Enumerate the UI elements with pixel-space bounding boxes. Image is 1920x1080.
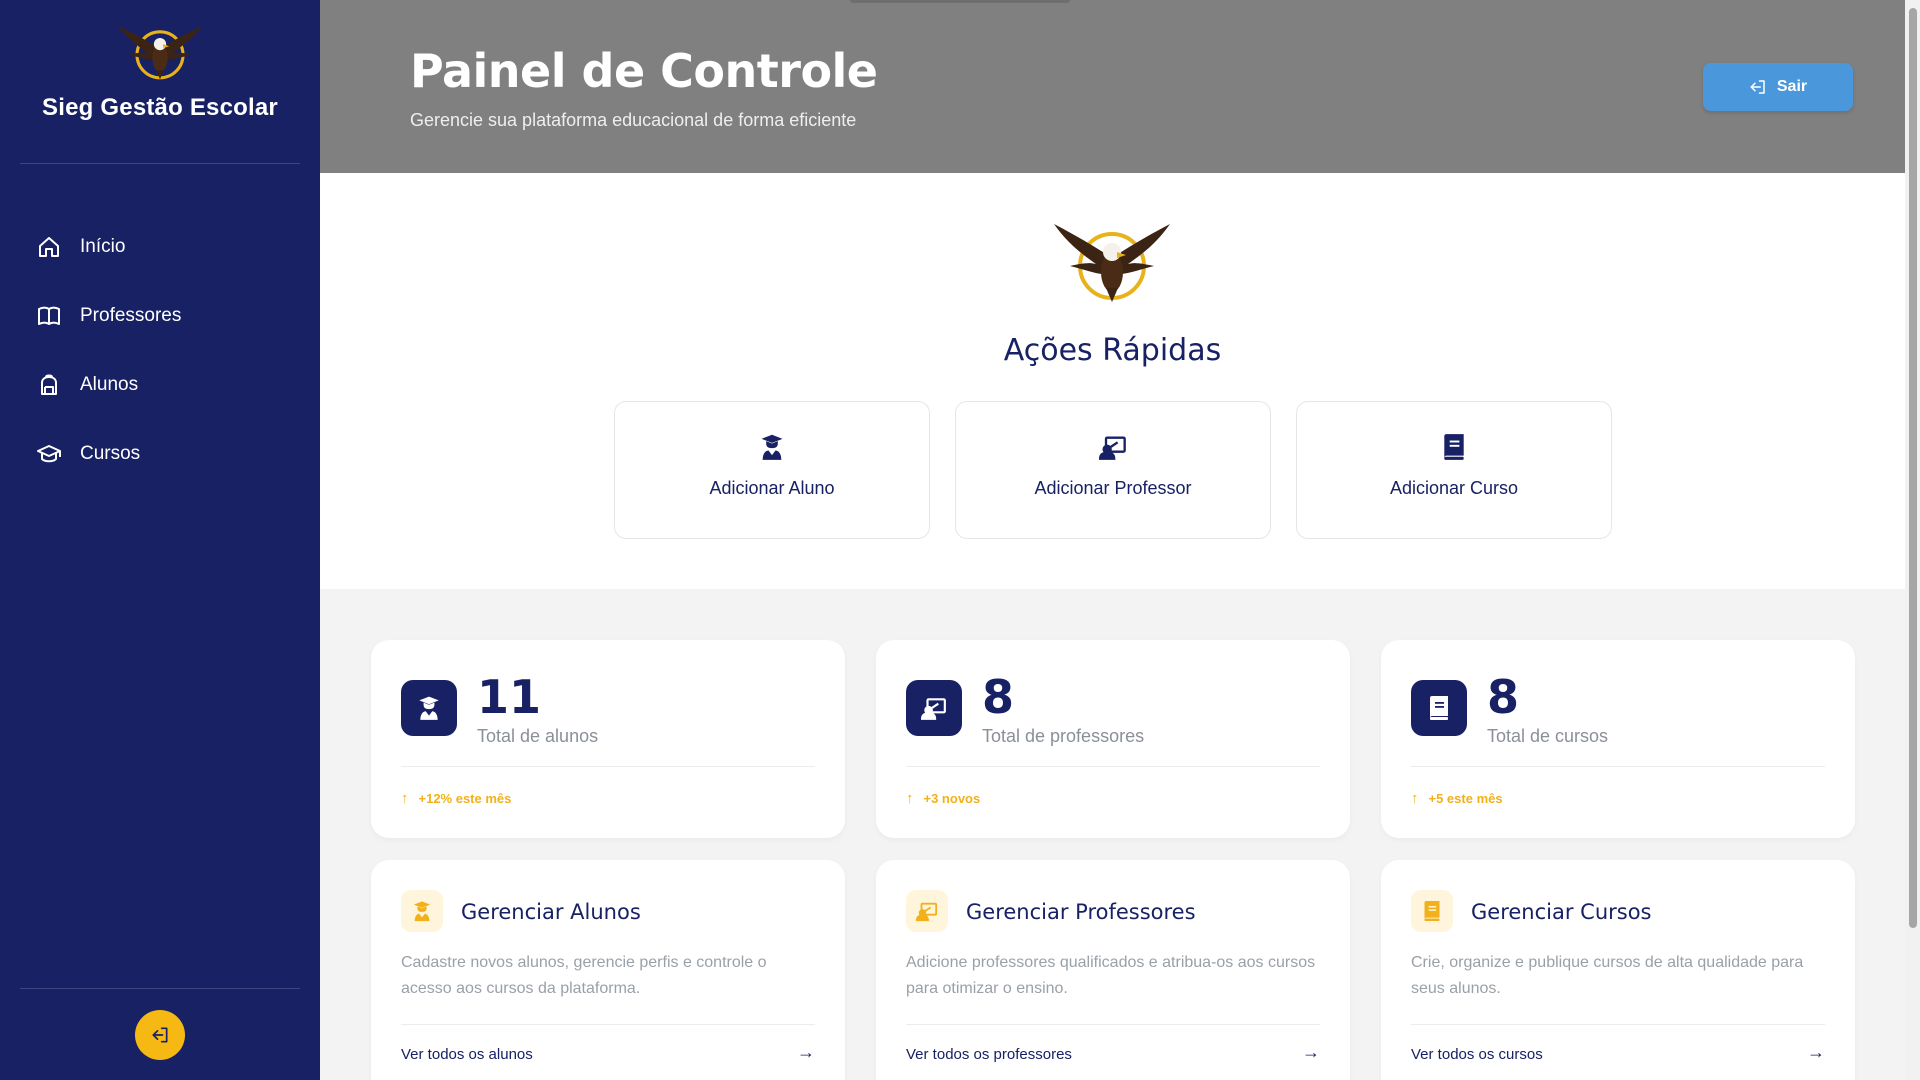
stat-trend: ↑ +3 novos — [906, 790, 980, 807]
book-icon — [1411, 680, 1467, 736]
add-course-label: Adicionar Curso — [1389, 478, 1519, 498]
stat-value: 11 — [477, 670, 542, 724]
brand-name: Sieg Gestão Escolar — [42, 94, 278, 121]
sidebar-nav: Início Professores Alunos Cursos — [0, 212, 320, 488]
scrollbar-thumb[interactable] — [1909, 8, 1917, 928]
header-tab-indicator — [850, 0, 1070, 3]
graduation-cap-icon — [36, 441, 62, 467]
arrow-right-icon[interactable]: → — [1302, 1042, 1320, 1063]
eagle-logo-icon — [1054, 224, 1170, 302]
logout-icon — [1750, 80, 1765, 94]
logout-icon — [152, 1027, 168, 1043]
quick-actions-section: Ações Rápidas Adicionar Aluno Adicionar … — [320, 173, 1905, 589]
stat-value: 8 — [982, 670, 1015, 724]
eagle-logo-icon — [117, 25, 203, 80]
sidebar-item-label: Cursos — [80, 442, 141, 464]
sidebar-divider-top — [20, 163, 300, 164]
add-student-button[interactable]: Adicionar Aluno — [614, 401, 930, 539]
stat-label: Total de professores — [982, 726, 1145, 746]
manage-divider — [906, 1024, 1320, 1025]
manage-divider — [401, 1024, 815, 1025]
stat-trend-text: +3 novos — [923, 791, 981, 806]
logout-button-label: Sair — [1776, 78, 1808, 95]
arrow-up-icon: ↑ — [401, 790, 409, 807]
teacher-icon — [906, 890, 948, 932]
page-header: Painel de Controle Gerencie sua platafor… — [320, 0, 1905, 173]
book-icon — [1439, 432, 1469, 462]
stat-card-courses: 8 Total de cursos ↑ +5 este mês — [1381, 640, 1855, 838]
sidebar-item-inicio[interactable]: Início — [0, 212, 320, 281]
home-icon — [36, 234, 62, 260]
page-title: Painel de Controle — [410, 44, 878, 98]
sidebar-item-cursos[interactable]: Cursos — [0, 419, 320, 488]
view-all-students-link[interactable]: Ver todos os alunos — [401, 1046, 533, 1063]
add-teacher-button[interactable]: Adicionar Professor — [955, 401, 1271, 539]
stat-label: Total de cursos — [1487, 726, 1609, 746]
manage-title: Gerenciar Professores — [966, 900, 1196, 924]
manage-description: Adicione professores qualificados e atri… — [906, 954, 1316, 997]
sidebar-item-label: Início — [80, 235, 126, 257]
stat-value: 8 — [1487, 670, 1520, 724]
add-teacher-label: Adicionar Professor — [1034, 478, 1192, 498]
sidebar-item-label: Alunos — [80, 373, 139, 395]
stat-trend: ↑ +5 este mês — [1411, 790, 1503, 807]
sidebar-item-alunos[interactable]: Alunos — [0, 350, 320, 419]
arrow-right-icon[interactable]: → — [797, 1042, 815, 1063]
stat-divider — [906, 766, 1320, 767]
student-icon — [757, 432, 787, 462]
teacher-icon — [906, 680, 962, 736]
manage-description: Crie, organize e publique cursos de alta… — [1411, 954, 1804, 997]
sidebar-item-professores[interactable]: Professores — [0, 281, 320, 350]
manage-card-courses: Gerenciar Cursos Crie, organize e publiq… — [1381, 860, 1855, 1080]
view-all-courses-link[interactable]: Ver todos os cursos — [1411, 1046, 1543, 1063]
stat-label: Total de alunos — [477, 726, 599, 746]
stat-trend-text: +12% este mês — [418, 791, 512, 806]
add-student-label: Adicionar Aluno — [709, 478, 835, 498]
sidebar-logout-button[interactable] — [135, 1010, 185, 1060]
backpack-icon — [36, 372, 62, 398]
sidebar: Sieg Gestão Escolar Início Professores A… — [0, 0, 320, 1080]
manage-card-teachers: Gerenciar Professores Adicione professor… — [876, 860, 1350, 1080]
page-scrollbar[interactable] — [1905, 0, 1920, 1080]
arrow-up-icon: ↑ — [906, 790, 914, 807]
teacher-icon — [1098, 432, 1128, 462]
add-course-button[interactable]: Adicionar Curso — [1296, 401, 1612, 539]
stat-card-students: 11 Total de alunos ↑ +12% este mês — [371, 640, 845, 838]
brand: Sieg Gestão Escolar — [0, 18, 320, 122]
page-subtitle: Gerencie sua plataforma educacional de f… — [410, 110, 857, 130]
sidebar-item-label: Professores — [80, 304, 182, 326]
arrow-right-icon[interactable]: → — [1807, 1042, 1825, 1063]
student-icon — [401, 680, 457, 736]
book-icon — [1411, 890, 1453, 932]
view-all-teachers-link[interactable]: Ver todos os professores — [906, 1046, 1072, 1063]
manage-divider — [1411, 1024, 1825, 1025]
stat-divider — [401, 766, 815, 767]
stat-divider — [1411, 766, 1825, 767]
sidebar-divider-bottom — [20, 988, 300, 989]
manage-title: Gerenciar Alunos — [461, 900, 641, 924]
stat-trend-text: +5 este mês — [1428, 791, 1503, 806]
arrow-up-icon: ↑ — [1411, 790, 1419, 807]
student-icon — [401, 890, 443, 932]
manage-description: Cadastre novos alunos, gerencie perfis e… — [401, 954, 767, 997]
manage-card-students: Gerenciar Alunos Cadastre novos alunos, … — [371, 860, 845, 1080]
quick-actions-title: Ações Rápidas — [1003, 333, 1222, 368]
logout-button[interactable]: Sair — [1703, 63, 1853, 111]
stat-card-teachers: 8 Total de professores ↑ +3 novos — [876, 640, 1350, 838]
book-icon — [36, 303, 62, 329]
stat-trend: ↑ +12% este mês — [401, 790, 511, 807]
manage-title: Gerenciar Cursos — [1471, 900, 1652, 924]
